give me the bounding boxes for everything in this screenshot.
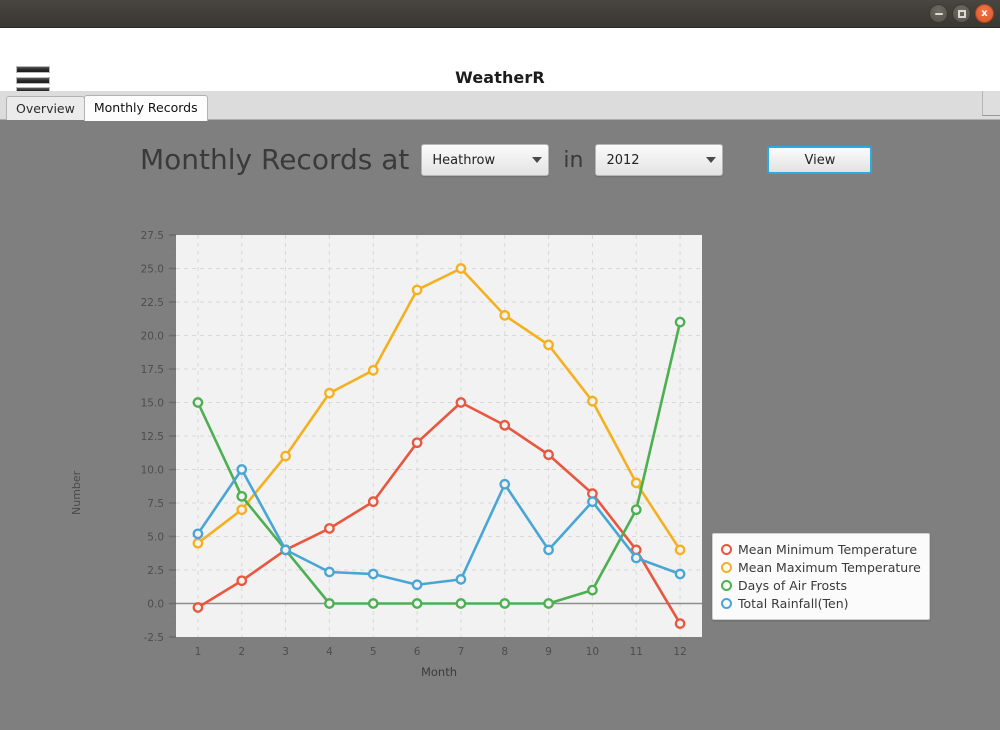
svg-text:7: 7 [458, 646, 465, 658]
svg-text:12: 12 [673, 646, 686, 658]
minimize-button[interactable] [929, 4, 948, 23]
svg-text:5.0: 5.0 [147, 532, 164, 544]
legend-label: Days of Air Frosts [738, 577, 848, 593]
svg-text:17.5: 17.5 [141, 364, 164, 376]
svg-text:11: 11 [630, 646, 643, 658]
svg-text:15.0: 15.0 [141, 398, 164, 410]
svg-text:8: 8 [501, 646, 508, 658]
legend-item-total-rainfall-ten[interactable]: Total Rainfall(Ten) [721, 594, 921, 612]
svg-text:9: 9 [545, 646, 552, 658]
svg-text:4: 4 [326, 646, 333, 658]
legend-item-mean-minimum-temperature[interactable]: Mean Minimum Temperature [721, 540, 921, 558]
tab-bar: Overview Monthly Records [0, 91, 1000, 121]
svg-text:6: 6 [414, 646, 421, 658]
svg-text:3: 3 [282, 646, 289, 658]
minimize-icon [934, 12, 943, 15]
legend-marker-icon [721, 561, 732, 573]
legend-marker-icon [721, 579, 732, 591]
svg-text:-2.5: -2.5 [144, 632, 165, 644]
svg-text:25.0: 25.0 [141, 264, 164, 276]
tab-overview[interactable]: Overview [6, 96, 85, 121]
app-header: WeatherR [0, 28, 1000, 94]
window-controls: x [929, 4, 994, 23]
chart-legend: Mean Minimum Temperature Mean Maximum Te… [712, 533, 930, 620]
chart: Number -2.5 0.0 2.5 5.0 7.5 10.0 12.5 15.0 17.5 2… [0, 120, 1000, 730]
svg-text:22.5: 22.5 [141, 297, 164, 309]
legend-marker-icon [721, 597, 732, 609]
maximize-button[interactable] [952, 4, 971, 23]
svg-text:1: 1 [195, 646, 202, 658]
window-titlebar: x [0, 0, 1000, 28]
main-content: Monthly Records at Heathrow in 2012 View… [0, 120, 1000, 730]
maximize-icon [957, 9, 966, 18]
legend-label: Mean Maximum Temperature [738, 559, 921, 575]
legend-item-days-of-air-frosts[interactable]: Days of Air Frosts [721, 576, 921, 594]
svg-text:2: 2 [238, 646, 245, 658]
svg-text:7.5: 7.5 [147, 498, 164, 510]
chart-canvas: -2.5 0.0 2.5 5.0 7.5 10.0 12.5 15.0 17.5 20.0 22.5… [141, 230, 702, 658]
svg-text:2.5: 2.5 [147, 565, 164, 577]
svg-text:27.5: 27.5 [141, 230, 164, 242]
tab-bar-scroll-affordance[interactable] [982, 91, 1000, 116]
page-title: WeatherR [455, 68, 545, 87]
svg-text:10: 10 [586, 646, 599, 658]
tab-monthly-records[interactable]: Monthly Records [83, 95, 208, 121]
legend-item-mean-maximum-temperature[interactable]: Mean Maximum Temperature [721, 558, 921, 576]
legend-marker-icon [721, 543, 732, 555]
close-button[interactable]: x [975, 4, 994, 23]
svg-text:12.5: 12.5 [141, 431, 164, 443]
tab-list: Overview Monthly Records [6, 95, 208, 121]
legend-label: Total Rainfall(Ten) [738, 595, 849, 611]
legend-label: Mean Minimum Temperature [738, 541, 918, 557]
svg-text:20.0: 20.0 [141, 331, 164, 343]
chart-x-axis-label: Month [420, 665, 458, 679]
close-icon: x [981, 7, 988, 19]
svg-text:10.0: 10.0 [141, 465, 164, 477]
svg-text:0.0: 0.0 [147, 599, 164, 611]
application-window: x WeatherR Overview Monthly Records Mont… [0, 0, 1000, 730]
svg-text:5: 5 [370, 646, 377, 658]
